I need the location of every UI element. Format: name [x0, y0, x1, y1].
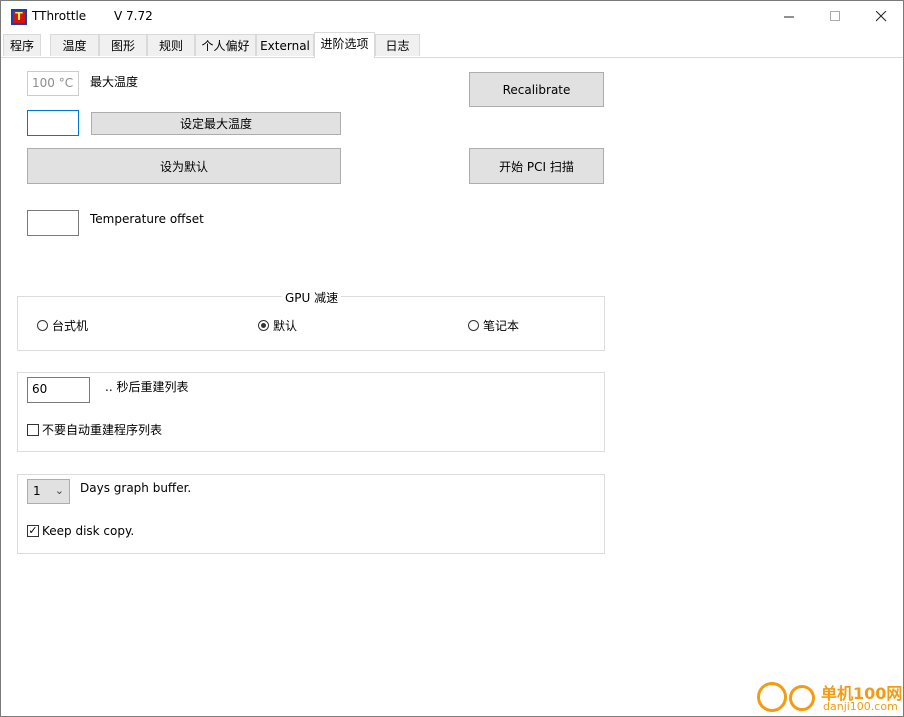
radio-laptop[interactable]: 笔记本: [468, 317, 519, 334]
radio-desktop-label: 台式机: [52, 319, 89, 333]
rebuild-seconds-input[interactable]: 60: [27, 377, 90, 403]
checkbox-box: [27, 423, 39, 436]
radio-circle: [468, 320, 479, 331]
pci-scan-button[interactable]: 开始 PCI 扫描: [469, 148, 604, 184]
window-title: TThrottle: [32, 9, 87, 23]
rebuild-seconds-label: .. 秒后重建列表: [105, 380, 189, 394]
app-window: T TThrottle V 7.72 程序 温度 图形 规则 个人偏好 Exte…: [0, 0, 904, 717]
tab-preferences[interactable]: 个人偏好: [195, 34, 256, 56]
no-auto-rebuild-checkbox[interactable]: 不要自动重建程序列表: [27, 421, 162, 438]
days-graph-select[interactable]: 1 ⌄: [27, 479, 70, 504]
max-temp-label: 最大温度: [90, 75, 139, 89]
app-logo-icon: T: [11, 9, 27, 25]
tab-advanced[interactable]: 进阶选项: [314, 32, 375, 58]
radio-desktop[interactable]: 台式机: [37, 317, 88, 334]
radio-circle: [37, 320, 48, 331]
set-max-temp-button[interactable]: 设定最大温度: [91, 112, 341, 135]
radio-circle-selected: [258, 320, 269, 331]
chevron-down-icon: ⌄: [54, 484, 64, 497]
tab-rules[interactable]: 规则: [147, 34, 195, 56]
set-default-button[interactable]: 设为默认: [27, 148, 341, 184]
radio-default-label: 默认: [273, 319, 298, 333]
radio-default[interactable]: 默认: [258, 317, 297, 334]
version-label: V 7.72: [114, 9, 153, 23]
max-temp-display: 100 °C: [27, 71, 79, 96]
max-temp-input[interactable]: [27, 110, 79, 136]
temp-offset-input[interactable]: [27, 210, 79, 236]
no-auto-rebuild-label: 不要自动重建程序列表: [42, 423, 163, 437]
days-graph-label: Days graph buffer.: [80, 481, 192, 495]
tab-log[interactable]: 日志: [375, 34, 420, 56]
watermark-logo: 单机100网 danji100.com: [753, 676, 903, 716]
close-icon: [875, 11, 886, 22]
tab-bar: 程序 温度 图形 规则 个人偏好 External 进阶选项 日志: [1, 32, 903, 58]
minimize-icon: [783, 16, 794, 18]
tab-graph[interactable]: 图形: [99, 34, 147, 56]
maximize-button[interactable]: [812, 1, 858, 32]
days-graph-value: 1: [33, 484, 41, 498]
watermark-url: danji100.com: [823, 700, 898, 713]
gpu-group-title: GPU 减速: [282, 289, 342, 306]
tab-external[interactable]: External: [256, 34, 314, 56]
recalibrate-button[interactable]: Recalibrate: [469, 72, 604, 107]
radio-laptop-label: 笔记本: [483, 319, 520, 333]
close-button[interactable]: [858, 1, 904, 32]
maximize-icon: [829, 11, 840, 21]
keep-disk-copy-label: Keep disk copy.: [42, 524, 135, 538]
tab-programs[interactable]: 程序: [3, 34, 41, 56]
tab-temperature[interactable]: 温度: [50, 34, 99, 56]
watermark-circle-icon: [789, 685, 815, 711]
watermark-plus-icon: [757, 682, 787, 712]
title-bar: T TThrottle V 7.72: [1, 1, 903, 32]
checkbox-checked-icon: ✓: [27, 524, 39, 537]
minimize-button[interactable]: [766, 1, 812, 32]
temp-offset-label: Temperature offset: [90, 212, 204, 226]
keep-disk-copy-checkbox[interactable]: ✓ Keep disk copy.: [27, 524, 134, 538]
